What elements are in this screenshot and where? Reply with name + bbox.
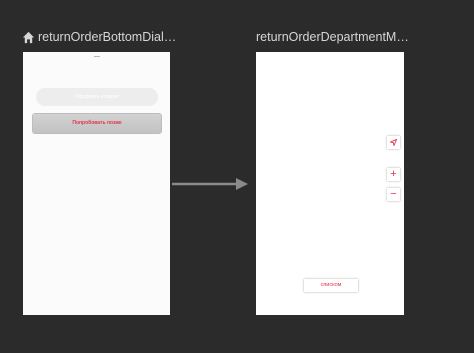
screen-title-return-order-department-map[interactable]: returnOrderDepartmentM… xyxy=(256,29,409,45)
screen-title-label: returnOrderBottomDial… xyxy=(38,30,177,44)
try-later-button[interactable]: Попробовать позже xyxy=(33,114,161,133)
my-location-button[interactable] xyxy=(387,136,400,149)
bottom-sheet-drag-handle xyxy=(94,56,100,57)
zoom-out-button[interactable]: − xyxy=(387,188,400,201)
home-icon xyxy=(22,31,35,43)
navigation-action-arrow[interactable] xyxy=(172,178,248,190)
navigation-graph-canvas: returnOrderBottomDial… Оформить возврат … xyxy=(0,0,474,353)
screen-preview-return-order-department-map[interactable]: + − списком xyxy=(256,52,404,315)
screen-title-label: returnOrderDepartmentM… xyxy=(256,30,409,44)
place-return-button[interactable]: Оформить возврат xyxy=(36,88,158,106)
screen-title-return-order-bottom-dialog[interactable]: returnOrderBottomDial… xyxy=(22,29,176,45)
navigation-arrow-icon xyxy=(390,139,397,146)
zoom-in-button[interactable]: + xyxy=(387,168,400,181)
screen-preview-return-order-bottom-dialog[interactable]: Оформить возврат Попробовать позже xyxy=(23,52,170,315)
show-as-list-button[interactable]: списком xyxy=(304,279,358,292)
